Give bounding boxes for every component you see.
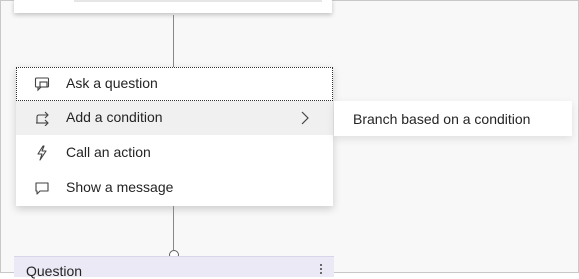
submenu-item-branch-condition[interactable]: Branch based on a condition: [334, 101, 572, 136]
card-divider: [74, 0, 322, 2]
previous-node-card[interactable]: [14, 0, 332, 13]
menu-item-ask-question[interactable]: Ask a question: [16, 67, 333, 101]
menu-item-label: Show a message: [66, 179, 174, 195]
connector-line-top: [173, 15, 174, 67]
chevron-right-icon: [301, 111, 309, 125]
more-vertical-icon[interactable]: [316, 263, 326, 275]
message-icon: [35, 182, 49, 195]
branch-icon: [36, 111, 49, 126]
menu-item-add-condition[interactable]: Add a condition: [16, 101, 333, 135]
menu-item-label: Ask a question: [66, 75, 158, 91]
connector-line-bottom: [173, 206, 174, 250]
menu-item-label: Add a condition: [66, 109, 163, 125]
authoring-canvas: Ask a question Add a condition Call an a…: [0, 0, 579, 279]
chat-question-icon: [34, 77, 50, 92]
question-node-title: Question: [26, 263, 83, 279]
question-node-card[interactable]: Question: [14, 256, 334, 279]
menu-item-label: Call an action: [66, 144, 151, 160]
condition-submenu: Branch based on a condition: [334, 101, 572, 136]
submenu-item-label: Branch based on a condition: [353, 111, 531, 127]
lightning-icon: [37, 145, 47, 161]
menu-item-call-action[interactable]: Call an action: [16, 136, 333, 170]
add-node-menu: Ask a question Add a condition Call an a…: [16, 67, 333, 206]
menu-item-show-message[interactable]: Show a message: [16, 171, 333, 205]
